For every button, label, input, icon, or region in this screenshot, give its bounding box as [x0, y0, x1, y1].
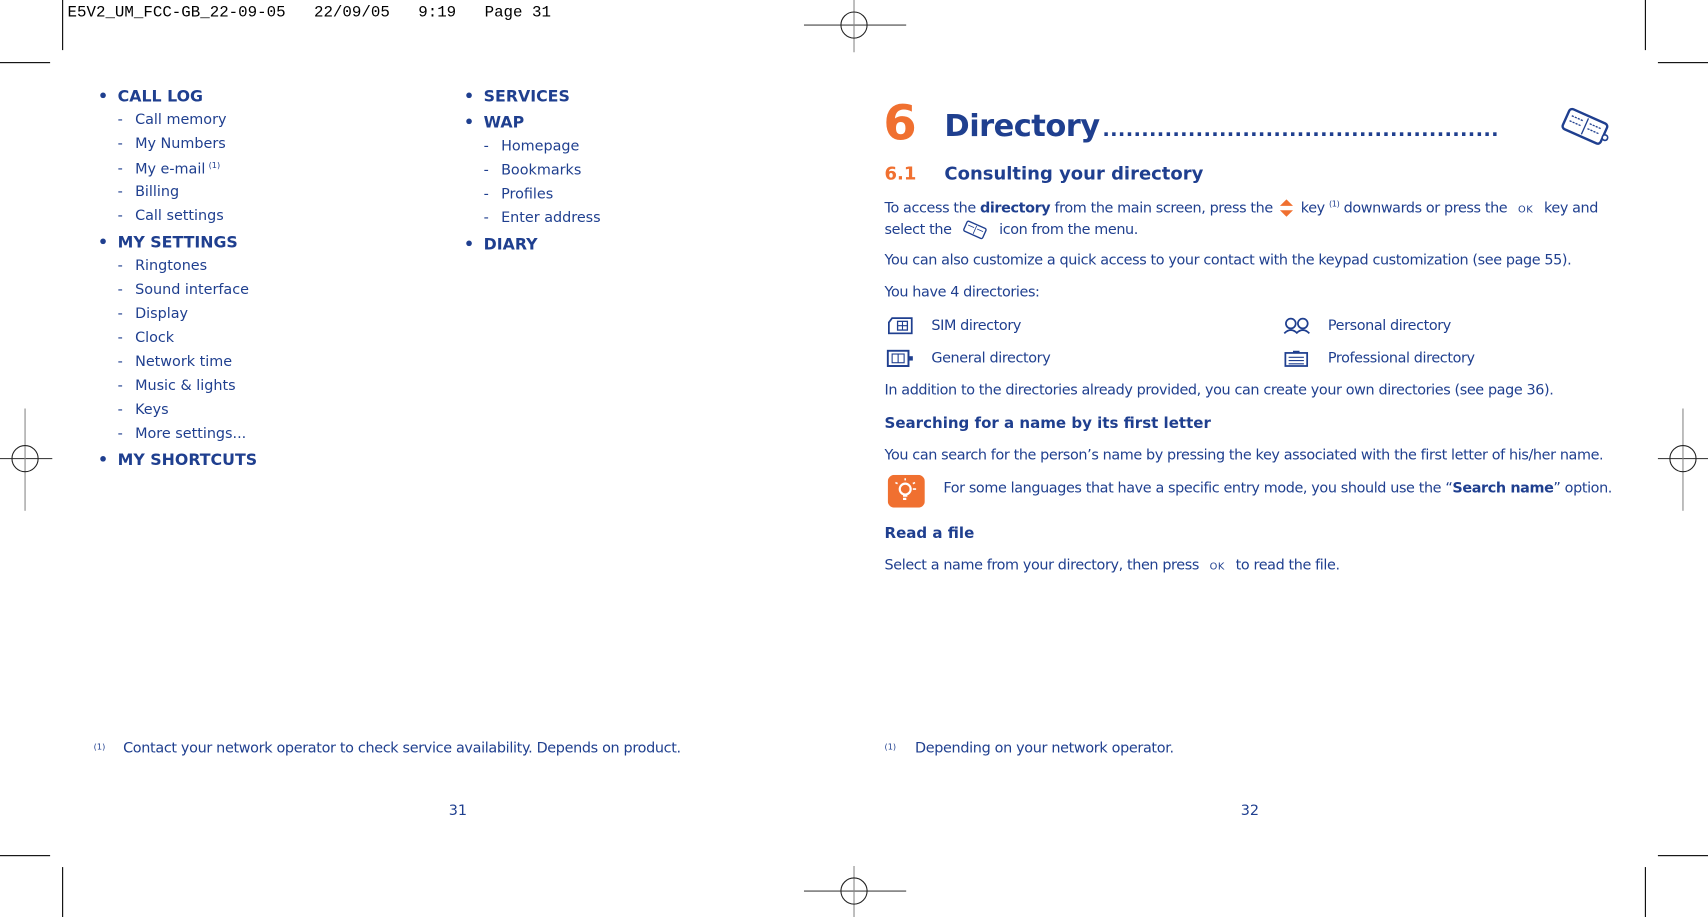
menu-item: - Billing — [117, 184, 180, 201]
crop-mark — [62, 0, 64, 51]
menu-heading-my-settings: • MY SETTINGS — [98, 234, 238, 252]
menu-heading-wap: • WAP — [464, 114, 525, 132]
menu-item: - Network time — [117, 354, 233, 371]
chapter-leader-dots: ........................................… — [1102, 118, 1499, 142]
menu-item: - Music & lights — [117, 377, 236, 395]
footnote-ref: (1) — [208, 160, 221, 170]
navigation-key-icon — [1280, 199, 1294, 217]
access-paragraph-line2: select the icon from the menu. — [885, 220, 1138, 240]
crop-mark — [62, 867, 64, 917]
registration-mark — [803, 865, 907, 917]
menu-item: - Clock — [117, 330, 175, 347]
crop-mark — [1644, 0, 1646, 51]
directory-item-personal: Personal directory — [1283, 317, 1451, 334]
menu-item: - My e-mail (1) — [117, 160, 221, 178]
additional-paragraph: In addition to the directories already p… — [884, 382, 1554, 399]
menu-item: - Call memory — [117, 112, 227, 129]
menu-heading-services: • SERVICES — [464, 88, 570, 106]
menu-item: - Bookmarks — [483, 162, 582, 179]
customize-paragraph: You can also customize a quick access to… — [884, 252, 1572, 270]
registration-mark — [0, 408, 53, 511]
directory-item-general: General directory — [886, 349, 1051, 367]
menu-item: - Sound interface — [117, 282, 249, 299]
footnote-text: Contact your network operator to check s… — [123, 740, 681, 758]
search-paragraph: You can search for the person’s name by … — [884, 447, 1604, 465]
footnote-marker: (1) — [93, 741, 106, 752]
directory-book-icon — [1561, 107, 1609, 145]
section-number: 6.1 — [884, 163, 917, 185]
footnote-text: Depending on your network operator. — [915, 740, 1174, 758]
directory-item-professional: Professional directory — [1283, 350, 1475, 367]
ok-key-icon: OK — [1517, 204, 1534, 216]
directory-item-sim: SIM directory — [887, 317, 1021, 335]
menu-item: - My Numbers — [117, 136, 226, 153]
menu-item: - Ringtones — [117, 258, 208, 275]
tip-text: For some languages that have a specific … — [943, 480, 1613, 497]
document-spread: E5V2_UM_FCC-GB_22-09-05 22/09/05 9:19 Pa… — [0, 0, 1708, 917]
menu-heading-call-log: • CALL LOG — [98, 88, 203, 106]
page-number: 31 — [448, 802, 468, 820]
chapter-number: 6 — [883, 95, 917, 152]
crop-mark — [1657, 855, 1708, 857]
directory-book-icon — [963, 220, 988, 240]
section-title: Consulting your directory — [944, 163, 1204, 185]
menu-column-2: • SERVICES • WAP - Homepage - Bookmarks - Pro… — [464, 88, 601, 260]
people-icon — [1283, 317, 1310, 334]
menu-item: - Profiles — [483, 186, 554, 203]
registration-mark — [803, 0, 907, 53]
menu-item: - Enter address — [483, 210, 601, 227]
print-slug: E5V2_UM_FCC-GB_22-09-05 22/09/05 9:19 Pa… — [67, 4, 551, 22]
lightbulb-tip-icon — [887, 474, 925, 508]
menu-heading-my-shortcuts: • MY SHORTCUTS — [98, 452, 258, 470]
address-book-icon — [886, 349, 913, 367]
ok-key-icon: OK — [1209, 562, 1225, 573]
menu-heading-diary: • DIARY — [464, 236, 538, 254]
crop-mark — [1657, 62, 1708, 64]
access-paragraph: To access the directory from the main sc… — [884, 198, 1599, 217]
briefcase-icon — [1284, 350, 1309, 367]
crop-mark — [0, 855, 51, 857]
footnote-ref: (1) — [1328, 198, 1340, 209]
read-heading: Read a file — [884, 525, 975, 543]
footnote-marker: (1) — [884, 741, 897, 752]
chapter-title: Directory — [944, 107, 1100, 144]
sim-card-icon — [887, 317, 913, 335]
read-paragraph: Select a name from your directory, then … — [884, 557, 1341, 575]
crop-mark — [0, 62, 51, 64]
menu-item: - Display — [117, 306, 189, 323]
menu-item: - Call settings — [117, 208, 224, 225]
registration-mark — [1657, 408, 1708, 511]
menu-column-1: • CALL LOG - Call memory - My Numbers - My e… — [98, 88, 257, 476]
search-heading: Searching for a name by its first letter — [884, 415, 1211, 433]
menu-item: - Keys — [117, 401, 169, 419]
menu-item: - More settings... — [117, 425, 247, 443]
page-number: 32 — [1240, 802, 1259, 820]
directories-intro: You have 4 directories: — [884, 284, 1040, 301]
menu-item: - Homepage — [483, 138, 580, 155]
crop-mark — [1644, 867, 1646, 917]
